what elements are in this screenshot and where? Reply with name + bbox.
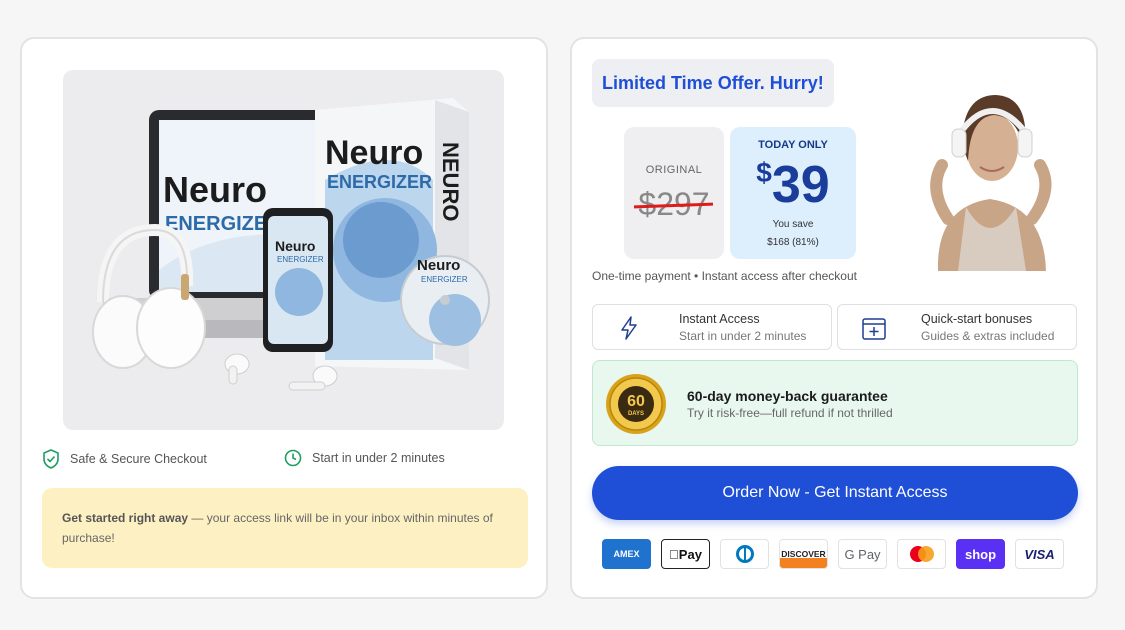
bonuses-feature: Quick-start bonuses Guides & extras incl… — [837, 304, 1077, 350]
start-time-label: Start in under 2 minutes — [312, 451, 445, 465]
instant-access-title: Instant Access — [679, 312, 760, 326]
visa-icon: VISA — [1015, 539, 1064, 569]
today-price-box: TODAY ONLY $39 You save $168 (81%) — [730, 127, 856, 259]
box-brand-line1: Neuro — [325, 134, 423, 172]
phone-graphic: Neuro ENERGIZER — [263, 208, 333, 352]
apple-pay-icon: Pay — [661, 539, 710, 569]
you-save-value: $168 (81%) — [767, 237, 819, 248]
offer-card: Limited Time Offer. Hurry! ORIGINAL $297… — [570, 37, 1098, 599]
product-image: Neuro ENERGIZER Neuro ENERGIZER NEURO Ne… — [63, 70, 504, 430]
disc-graphic: Neuro ENERGIZER — [400, 255, 490, 346]
guarantee-subtitle: Try it risk-free—full refund if not thri… — [687, 406, 893, 420]
secure-checkout-badge: Safe & Secure Checkout — [42, 449, 207, 469]
limited-offer-badge: Limited Time Offer. Hurry! — [592, 59, 834, 107]
disc-brand-line2: ENERGIZER — [421, 275, 468, 284]
today-only-label: TODAY ONLY — [758, 139, 828, 151]
guarantee-seal-icon: 60 DAYS — [606, 374, 666, 434]
phone-brand-line1: Neuro — [275, 238, 315, 254]
clock-icon — [284, 449, 302, 467]
money-back-guarantee: 60 DAYS 60-day money-back guarantee Try … — [592, 360, 1078, 446]
bonuses-title: Quick-start bonuses — [921, 312, 1033, 326]
mastercard-icon — [897, 539, 946, 569]
laptop-brand-line1: Neuro — [163, 169, 267, 210]
amex-icon: AMEX — [602, 539, 651, 569]
today-price-value: 39 — [771, 156, 830, 214]
trust-badges: Safe & Secure Checkout Start in under 2 … — [42, 449, 522, 471]
product-bundle-illustration: Neuro ENERGIZER Neuro ENERGIZER NEURO Ne… — [92, 98, 490, 391]
one-time-payment-note: One-time payment • Instant access after … — [592, 269, 857, 283]
phone-brand-line2: ENERGIZER — [277, 255, 324, 264]
original-price-label: ORIGINAL — [645, 164, 703, 176]
gift-box-icon — [862, 318, 886, 340]
you-save-label: You save — [772, 219, 814, 230]
instant-access-feature: Instant Access Start in under 2 minutes — [592, 304, 832, 350]
discover-icon: DISCOVER — [779, 539, 828, 569]
order-now-button[interactable]: Order Now - Get Instant Access — [592, 466, 1078, 520]
page-top-strip — [0, 0, 1125, 8]
disc-brand-line1: Neuro — [417, 257, 460, 274]
original-price-box: ORIGINAL $297 — [624, 127, 724, 259]
seal-number: 60 — [627, 393, 645, 410]
today-price: $39 — [730, 155, 856, 215]
instant-access-subtitle: Start in under 2 minutes — [679, 329, 807, 343]
shop-pay-icon: shop — [956, 539, 1005, 569]
box-brand-line2: ENERGIZER — [327, 172, 432, 192]
get-started-note: Get started right away — your access lin… — [42, 488, 528, 568]
payment-methods: AMEX Pay DISCOVER G Pay shop VISA — [602, 539, 1072, 569]
seal-unit: DAYS — [628, 411, 644, 417]
note-bold-text: Get started right away — [62, 511, 189, 525]
start-time-badge: Start in under 2 minutes — [284, 449, 445, 467]
currency-symbol: $ — [756, 157, 772, 188]
bonuses-subtitle: Guides & extras included — [921, 329, 1055, 343]
woman-with-headphones-image — [930, 95, 1052, 271]
lightning-icon — [621, 316, 637, 340]
original-price-value: $297 — [634, 186, 714, 223]
google-pay-icon: G Pay — [838, 539, 887, 569]
diners-club-icon — [720, 539, 769, 569]
guarantee-title: 60-day money-back guarantee — [687, 388, 888, 404]
secure-checkout-label: Safe & Secure Checkout — [70, 452, 207, 466]
box-spine-text: NEURO — [438, 142, 463, 221]
shield-check-icon — [43, 449, 59, 469]
product-card: Neuro ENERGIZER Neuro ENERGIZER NEURO Ne… — [20, 37, 548, 599]
